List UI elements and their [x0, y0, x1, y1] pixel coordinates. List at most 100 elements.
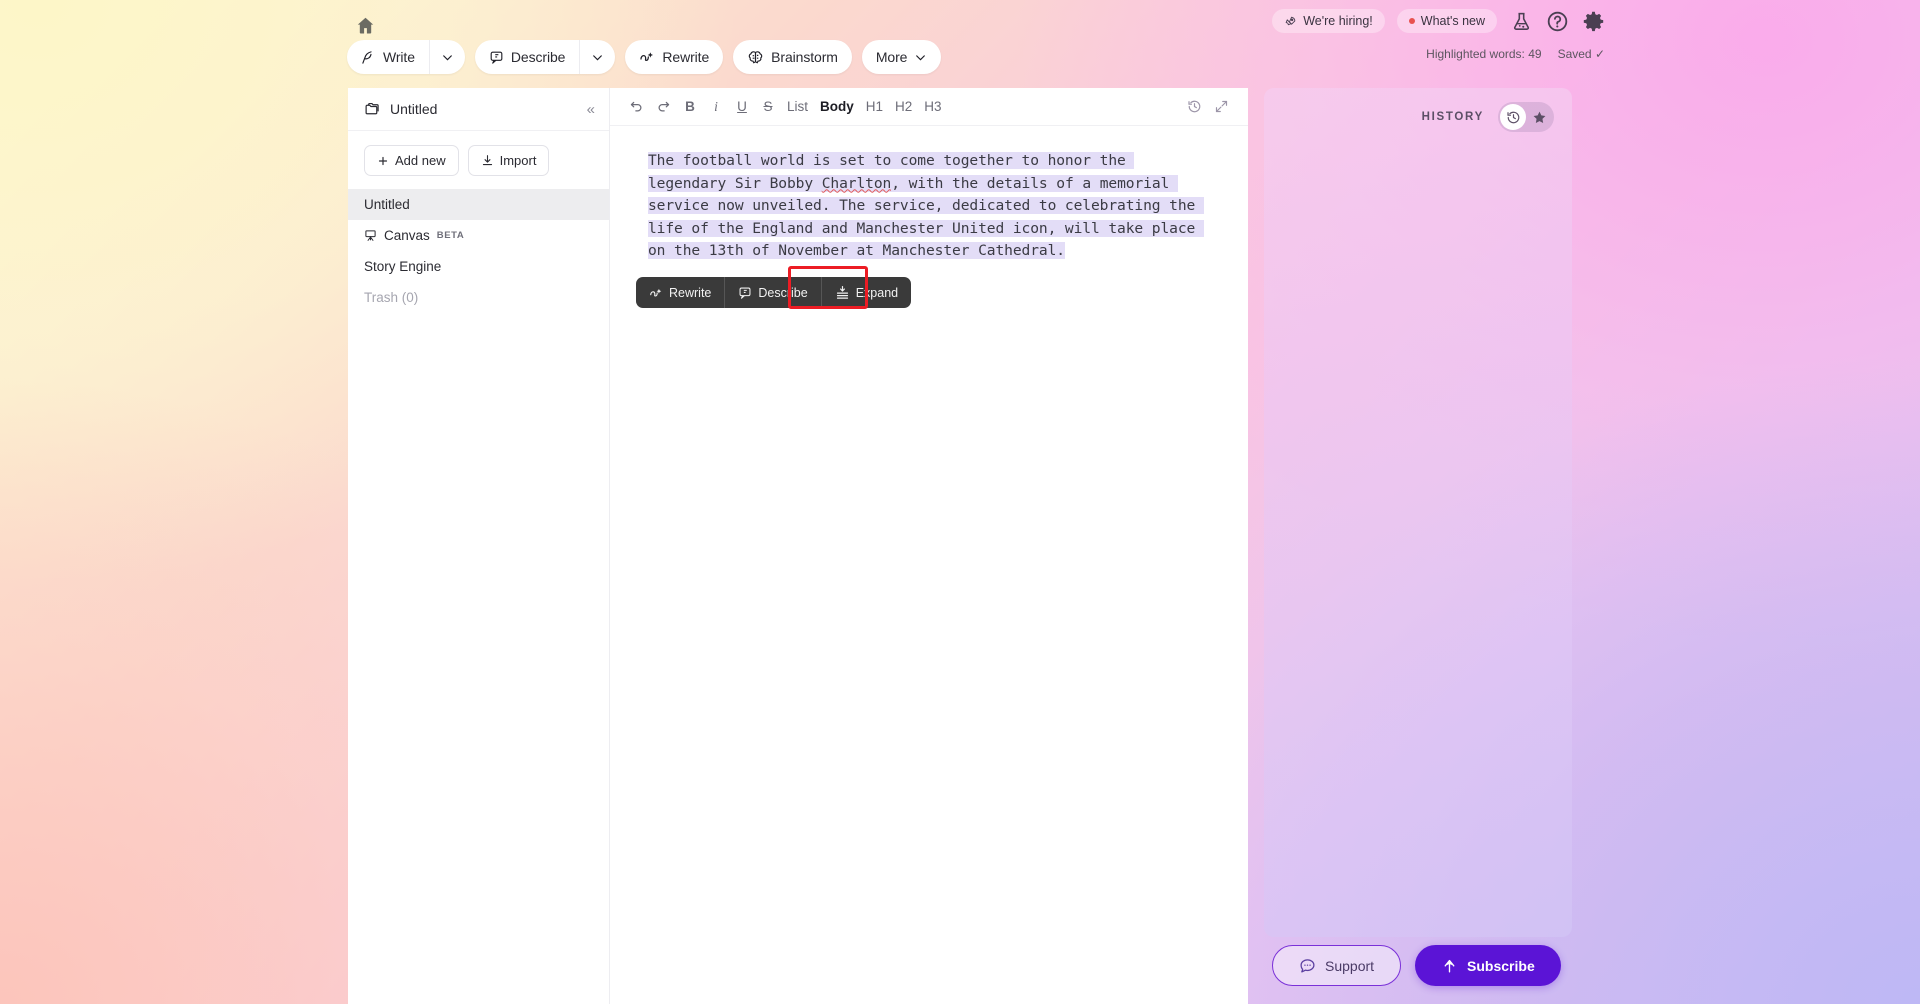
- style-h2-button[interactable]: H2: [890, 95, 917, 119]
- tool-describe-caret[interactable]: [579, 40, 615, 74]
- expand-lines-icon: [835, 285, 850, 300]
- add-new-label: Add new: [395, 153, 446, 168]
- up-arrow-icon: [1441, 957, 1458, 974]
- lab-flask-icon[interactable]: [1509, 9, 1533, 33]
- tool-describe-main[interactable]: Describe: [475, 40, 579, 74]
- add-new-button[interactable]: Add new: [364, 145, 459, 176]
- history-tab-starred[interactable]: [1526, 104, 1552, 130]
- home-button[interactable]: [350, 10, 380, 40]
- ai-swirl-icon: [639, 49, 655, 65]
- feather-pen-icon: [361, 50, 376, 65]
- history-panel: HISTORY: [1264, 88, 1572, 937]
- hiring-badge[interactable]: We're hiring!: [1272, 9, 1385, 33]
- brain-icon: [747, 49, 764, 66]
- undo-icon[interactable]: [624, 95, 649, 119]
- comment-box-icon: [738, 286, 752, 300]
- italic-button[interactable]: i: [704, 95, 728, 119]
- tool-brainstorm-main[interactable]: Brainstorm: [733, 40, 852, 74]
- clock-history-icon: [1506, 110, 1521, 125]
- expand-diagonal-icon[interactable]: [1209, 95, 1234, 119]
- strikethrough-button[interactable]: S: [756, 95, 780, 119]
- beta-badge: BETA: [436, 230, 465, 241]
- import-label: Import: [499, 153, 537, 168]
- history-view-toggle: [1498, 102, 1554, 132]
- import-button[interactable]: Import: [467, 145, 550, 176]
- download-icon: [481, 154, 494, 167]
- support-button[interactable]: Support: [1272, 945, 1402, 986]
- sidebar-item-label: Story Engine: [364, 259, 442, 274]
- tool-describe-label: Describe: [510, 49, 566, 65]
- history-tab-recent[interactable]: [1500, 104, 1526, 130]
- tool-more-main[interactable]: More: [862, 40, 942, 74]
- tool-describe[interactable]: Describe: [474, 40, 616, 74]
- tool-rewrite-main[interactable]: Rewrite: [625, 40, 723, 74]
- sidebar-header: Untitled «: [348, 88, 609, 131]
- bold-button[interactable]: B: [678, 95, 702, 119]
- subscribe-button[interactable]: Subscribe: [1415, 945, 1561, 986]
- primary-toolbar: Write Describe Rewrite Brainstorm More: [347, 40, 942, 74]
- chevron-down-icon: [914, 51, 927, 64]
- tool-brainstorm[interactable]: Brainstorm: [733, 40, 852, 74]
- sidebar-item-trash[interactable]: Trash (0): [348, 282, 609, 313]
- header-actions: We're hiring! What's new: [1272, 9, 1605, 33]
- chevron-down-icon: [441, 51, 454, 64]
- chevron-down-icon: [591, 51, 604, 64]
- context-toolbar-bar: Rewrite Describe Expand: [636, 277, 912, 308]
- style-h1-button[interactable]: H1: [861, 95, 888, 119]
- star-icon: [1532, 110, 1547, 125]
- whats-new-label: What's new: [1420, 14, 1485, 28]
- tool-write-main[interactable]: Write: [347, 40, 429, 74]
- underline-button[interactable]: U: [730, 95, 754, 119]
- sidebar-item-untitled[interactable]: Untitled: [348, 189, 609, 220]
- document-editor: B i U S List Body H1 H2 H3 The football …: [610, 88, 1248, 1004]
- plus-icon: [377, 155, 389, 167]
- help-circle-icon[interactable]: [1545, 9, 1569, 33]
- style-body-button[interactable]: Body: [815, 95, 859, 119]
- sidebar-item-story-engine[interactable]: Story Engine: [348, 251, 609, 282]
- tool-rewrite-label: Rewrite: [662, 49, 710, 65]
- editor-status: Highlighted words: 49 Saved ✓: [1426, 47, 1605, 61]
- tool-write[interactable]: Write: [347, 40, 465, 74]
- style-h3-button[interactable]: H3: [919, 95, 946, 119]
- gear-icon[interactable]: [1581, 9, 1605, 33]
- document-body[interactable]: The football world is set to come togeth…: [610, 126, 1248, 263]
- clock-history-icon[interactable]: [1182, 95, 1207, 119]
- comment-box-icon: [489, 50, 504, 65]
- tool-write-caret[interactable]: [428, 40, 465, 74]
- check-icon: ✓: [1594, 47, 1605, 61]
- documents-sidebar: Untitled « Add new Import Untitled Canva…: [348, 88, 610, 1004]
- footer-actions: Support Subscribe: [1272, 945, 1561, 986]
- tool-write-label: Write: [383, 49, 415, 65]
- sidebar-item-label: Untitled: [364, 197, 410, 212]
- notification-dot-icon: [1408, 18, 1415, 24]
- saved-status: Saved ✓: [1557, 47, 1605, 61]
- tool-rewrite[interactable]: Rewrite: [625, 40, 724, 74]
- sidebar-item-label: Canvas: [384, 228, 430, 243]
- chat-bubble-icon: [1299, 957, 1316, 974]
- chevron-double-left-icon[interactable]: «: [587, 101, 595, 118]
- ai-swirl-icon: [649, 286, 663, 300]
- document-paragraph[interactable]: The football world is set to come togeth…: [648, 150, 1210, 263]
- history-title: HISTORY: [1421, 111, 1484, 123]
- hiring-label: We're hiring!: [1303, 14, 1373, 28]
- list-button[interactable]: List: [782, 95, 813, 119]
- tool-more[interactable]: More: [861, 40, 942, 74]
- whats-new-badge[interactable]: What's new: [1396, 9, 1497, 33]
- rocket-icon: [1284, 15, 1297, 28]
- redo-icon[interactable]: [651, 95, 676, 119]
- sidebar-title: Untitled: [390, 101, 438, 117]
- sidebar-item-label: Trash (0): [364, 290, 419, 305]
- folder-icon: [364, 101, 381, 118]
- home-icon: [355, 15, 376, 36]
- misspelled-word[interactable]: Charlton: [821, 174, 891, 192]
- highlighted-words-count: Highlighted words: 49: [1426, 47, 1542, 61]
- support-label: Support: [1325, 957, 1375, 974]
- sidebar-actions: Add new Import: [348, 131, 609, 189]
- tool-brainstorm-label: Brainstorm: [771, 49, 838, 65]
- context-expand-label: Expand: [855, 285, 899, 300]
- context-describe-button[interactable]: Describe: [725, 277, 822, 308]
- context-expand-button[interactable]: Expand: [822, 277, 911, 308]
- selection-context-toolbar: Rewrite Describe Expand: [636, 266, 912, 309]
- sidebar-item-canvas[interactable]: Canvas BETA: [348, 220, 609, 251]
- context-rewrite-button[interactable]: Rewrite: [636, 277, 726, 308]
